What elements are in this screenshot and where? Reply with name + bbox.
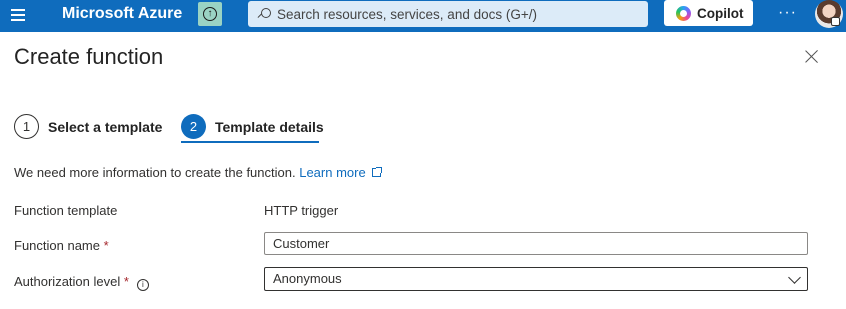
upgrade-button[interactable]: ↑ <box>198 2 222 26</box>
step-number: 2 <box>181 114 206 139</box>
authorization-level-label: Authorization level * i <box>14 274 149 291</box>
step-number: 1 <box>14 114 39 139</box>
arrow-up-icon: ↑ <box>203 7 217 21</box>
copilot-label: Copilot <box>697 5 744 21</box>
copilot-icon <box>676 5 691 21</box>
required-mark: * <box>103 238 109 253</box>
info-text: We need more information to create the f… <box>14 165 296 180</box>
external-link-icon <box>371 167 382 177</box>
info-icon[interactable]: i <box>136 279 149 291</box>
info-message: We need more information to create the f… <box>14 165 382 180</box>
search-placeholder: Search resources, services, and docs (G+… <box>277 6 537 22</box>
function-template-label: Function template <box>14 203 118 218</box>
search-icon <box>258 8 271 20</box>
brand-title[interactable]: Microsoft Azure <box>62 5 182 23</box>
function-template-value: HTTP trigger <box>264 203 339 218</box>
active-step-indicator <box>181 141 319 143</box>
authorization-level-select[interactable]: Anonymous <box>264 267 808 291</box>
selected-value: Anonymous <box>273 271 342 286</box>
page-title: Create function <box>14 44 164 69</box>
step-label: Select a template <box>48 118 163 135</box>
lock-icon <box>831 17 840 26</box>
chevron-down-icon <box>788 271 801 284</box>
step-label: Template details <box>215 118 324 135</box>
close-icon[interactable] <box>803 47 821 65</box>
menu-icon[interactable] <box>11 9 25 21</box>
step-template-details[interactable]: 2 Template details <box>181 114 324 139</box>
top-bar: Microsoft Azure ↑ Search resources, serv… <box>0 0 846 32</box>
step-select-template[interactable]: 1 Select a template <box>14 114 162 139</box>
copilot-button[interactable]: Copilot <box>664 0 753 26</box>
search-input[interactable]: Search resources, services, and docs (G+… <box>248 1 648 27</box>
more-options-icon[interactable]: ··· <box>778 4 797 22</box>
function-name-label: Function name * <box>14 238 109 253</box>
required-mark: * <box>123 274 129 289</box>
function-name-input[interactable]: Customer <box>264 232 808 255</box>
learn-more-link[interactable]: Learn more <box>299 165 382 180</box>
